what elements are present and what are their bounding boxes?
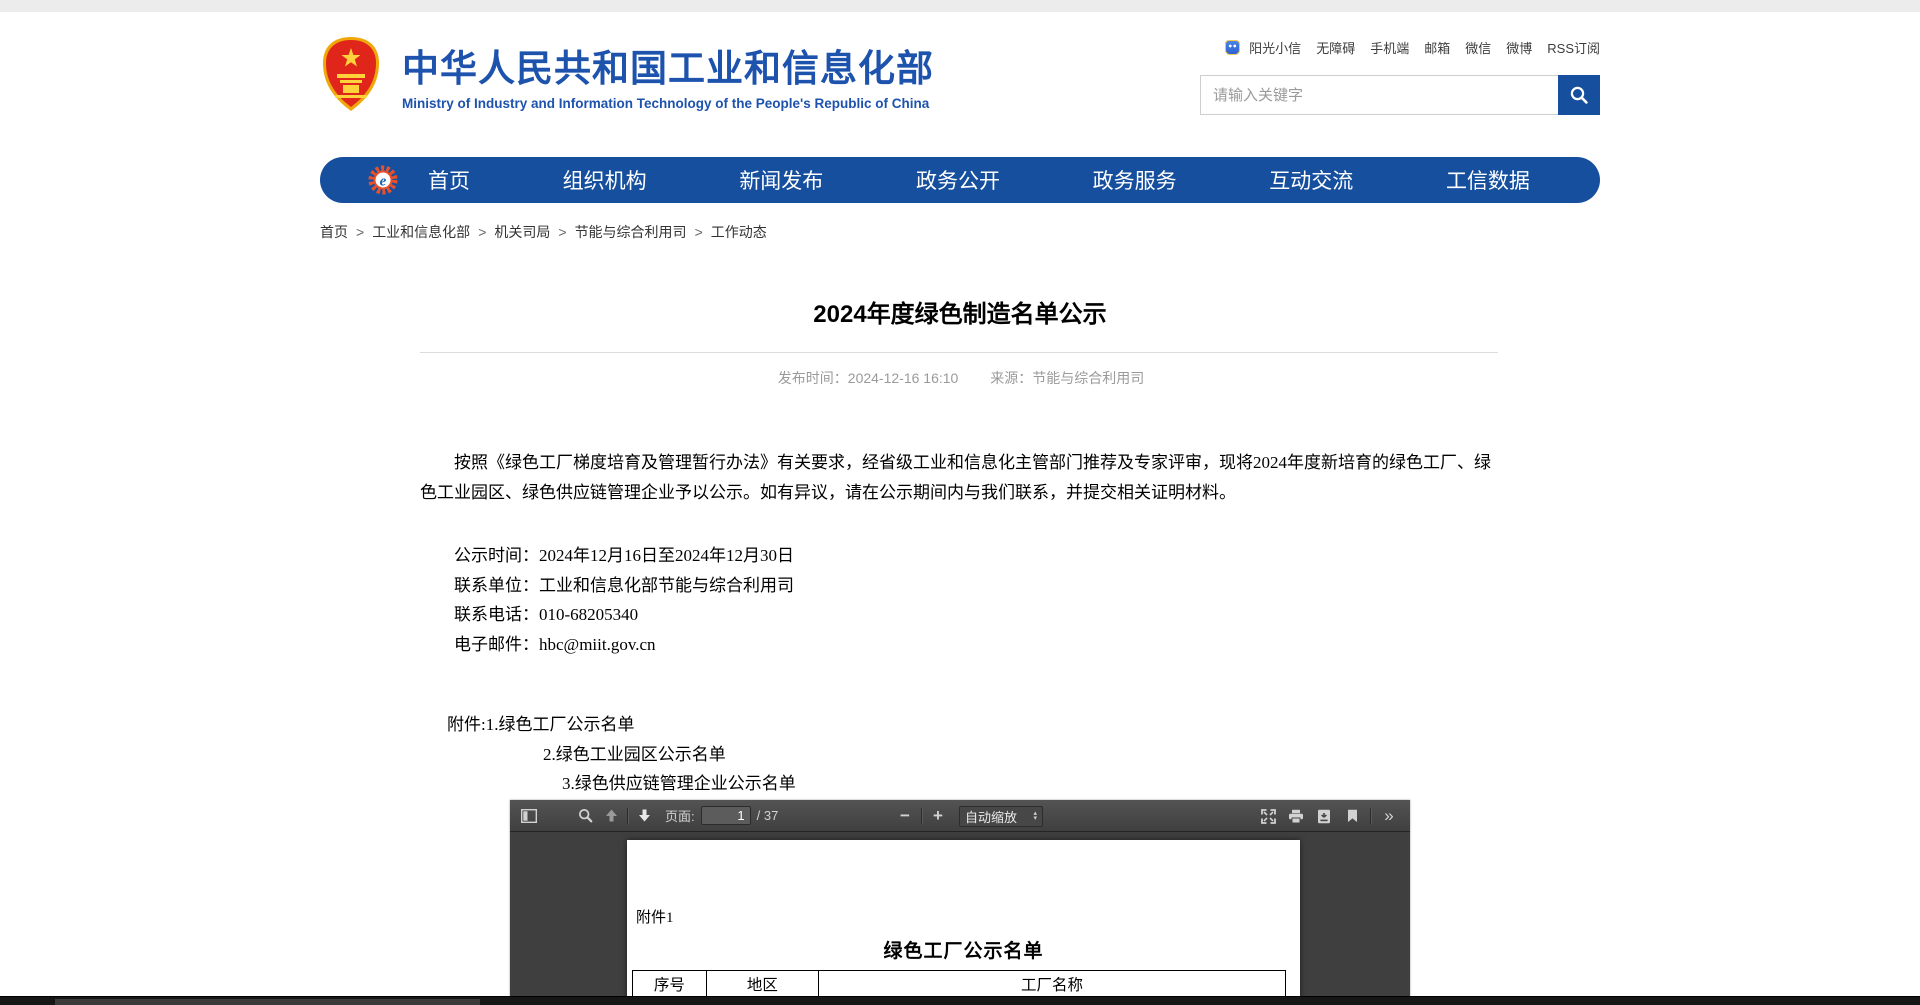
site-title-cn: 中华人民共和国工业和信息化部: [402, 38, 934, 92]
crumb-separator: >: [478, 224, 486, 240]
sunshine-robot-icon: [1225, 40, 1240, 55]
search-input[interactable]: [1200, 75, 1558, 115]
article-paragraph: 按照《绿色工厂梯度培育及管理暂行办法》有关要求，经省级工业和信息化主管部门推荐及…: [420, 448, 1504, 508]
article-body: 按照《绿色工厂梯度培育及管理暂行办法》有关要求，经省级工业和信息化主管部门推荐及…: [420, 448, 1504, 508]
bookmark-button[interactable]: [1339, 804, 1365, 829]
pdf-document-title: 绿色工厂公示名单: [627, 936, 1300, 963]
quick-link-mail[interactable]: 邮箱: [1424, 38, 1450, 57]
sidebar-toggle-icon: [521, 809, 537, 823]
publish-time: 发布时间：2024-12-16 16:10: [778, 370, 959, 386]
search-icon: [1569, 85, 1589, 105]
presentation-mode-button[interactable]: [1255, 804, 1281, 829]
pdf-viewer: 页面: / 37 − + 自动缩放 ▴ ▾: [510, 800, 1410, 1005]
contact-phone-line: 联系电话：010-68205340: [420, 600, 1504, 630]
print-icon: [1288, 809, 1304, 824]
pdf-page: 附件1 绿色工厂公示名单 序号 地区 工厂名称 1 北京 北京北元电器有限公司: [627, 840, 1300, 1005]
crumb-separator: >: [695, 224, 703, 240]
crumb-separator: >: [356, 224, 364, 240]
site-logo[interactable]: 中华人民共和国工业和信息化部 Ministry of Industry and …: [320, 36, 934, 112]
quick-link-wechat[interactable]: 微信: [1465, 38, 1491, 57]
search-button[interactable]: [1558, 75, 1600, 115]
search-bar: [1200, 75, 1600, 115]
nav-item-organization[interactable]: 组织机构: [563, 165, 647, 195]
page-up-icon: [604, 808, 619, 823]
article-source: 来源：节能与综合利用司: [990, 370, 1144, 386]
quick-link-rss[interactable]: RSS订阅: [1547, 38, 1600, 57]
pdf-toolbar: 页面: / 37 − + 自动缩放 ▴ ▾: [510, 800, 1410, 832]
pdf-search-icon: [578, 808, 593, 823]
header-serial: 序号: [633, 971, 707, 998]
crumb-departments[interactable]: 机关司局: [494, 222, 550, 242]
quick-link-weibo[interactable]: 微博: [1506, 38, 1532, 57]
article-meta: 发布时间：2024-12-16 16:10 来源：节能与综合利用司: [420, 368, 1502, 388]
page: 中华人民共和国工业和信息化部 Ministry of Industry and …: [0, 0, 1920, 1005]
taskbar-edge: [0, 996, 1920, 1005]
contact-email-line: 电子邮件：hbc@miit.gov.cn: [420, 630, 1504, 660]
page-count: / 37: [757, 808, 779, 823]
quick-link-mobile[interactable]: 手机端: [1370, 38, 1409, 57]
select-caret-icon: ▴ ▾: [1033, 811, 1037, 821]
header-region: 地区: [706, 971, 818, 998]
nav-item-data[interactable]: 工信数据: [1446, 165, 1530, 195]
svg-text:e: e: [380, 174, 387, 190]
nav-item-interaction[interactable]: 互动交流: [1269, 165, 1353, 195]
page-label: 页面:: [665, 806, 695, 825]
quick-links: 阳光小信 无障碍 手机端 邮箱 微信 微博 RSS订阅: [1200, 38, 1600, 57]
attachments-block: 附件:1.绿色工厂公示名单 2.绿色工业园区公示名单 3.绿色供应链管理企业公示…: [420, 710, 1504, 799]
breadcrumb: 首页 > 工业和信息化部 > 机关司局 > 节能与综合利用司 > 工作动态: [320, 222, 767, 242]
page-number-input[interactable]: [701, 806, 751, 825]
print-button[interactable]: [1283, 804, 1309, 829]
page-down-icon: [637, 808, 652, 823]
attachment-1-label: 附件:1.绿色工厂公示名单: [420, 710, 1504, 740]
table-header-row: 序号 地区 工厂名称: [633, 971, 1286, 998]
next-page-button[interactable]: [631, 803, 657, 828]
nav-item-home[interactable]: 首页: [428, 165, 470, 195]
contact-unit-line: 联系单位：工业和信息化部节能与综合利用司: [420, 571, 1504, 601]
zoom-select-value: 自动缩放: [965, 807, 1017, 826]
sidebar-toggle-button[interactable]: [516, 803, 542, 828]
crumb-miit[interactable]: 工业和信息化部: [372, 222, 470, 242]
crumb-separator: >: [558, 224, 566, 240]
browser-top-strip: [0, 0, 1920, 12]
download-button[interactable]: [1311, 804, 1337, 829]
zoom-out-button[interactable]: −: [892, 804, 918, 829]
crumb-home[interactable]: 首页: [320, 222, 348, 242]
bookmark-icon: [1347, 809, 1358, 823]
download-icon: [1317, 809, 1331, 824]
header-factory-name: 工厂名称: [819, 971, 1286, 998]
attachment-2-label: 2.绿色工业园区公示名单: [420, 740, 1504, 770]
notice-period-line: 公示时间：2024年12月16日至2024年12月30日: [420, 541, 1504, 571]
zoom-select[interactable]: 自动缩放 ▴ ▾: [959, 806, 1043, 827]
nav-item-gov-services[interactable]: 政务服务: [1093, 165, 1177, 195]
pdf-find-button[interactable]: [572, 803, 598, 828]
more-tools-button[interactable]: »: [1376, 804, 1402, 829]
nav-item-gov-open[interactable]: 政务公开: [916, 165, 1000, 195]
pdf-attachment-label: 附件1: [636, 906, 674, 927]
crumb-work-updates[interactable]: 工作动态: [711, 222, 767, 242]
attachment-3-label: 3.绿色供应链管理企业公示名单: [420, 769, 1504, 799]
previous-page-button[interactable]: [598, 803, 624, 828]
article-title: 2024年度绿色制造名单公示: [0, 294, 1920, 329]
fullscreen-icon: [1261, 809, 1276, 824]
main-navigation: e 首页 组织机构 新闻发布 政务公开 政务服务 互动交流 工信数据: [320, 157, 1600, 203]
title-divider: [420, 352, 1498, 353]
contact-info-block: 公示时间：2024年12月16日至2024年12月30日 联系单位：工业和信息化…: [420, 541, 1504, 659]
quick-link-accessibility[interactable]: 无障碍: [1316, 38, 1355, 57]
zoom-in-button[interactable]: +: [925, 804, 951, 829]
quick-link-sunshine[interactable]: 阳光小信: [1249, 38, 1301, 57]
crumb-energy-dept[interactable]: 节能与综合利用司: [575, 222, 687, 242]
miit-gear-icon: e: [368, 165, 398, 195]
site-title-en: Ministry of Industry and Information Tec…: [402, 96, 934, 111]
nav-item-news[interactable]: 新闻发布: [739, 165, 823, 195]
national-emblem-icon: [320, 36, 382, 112]
